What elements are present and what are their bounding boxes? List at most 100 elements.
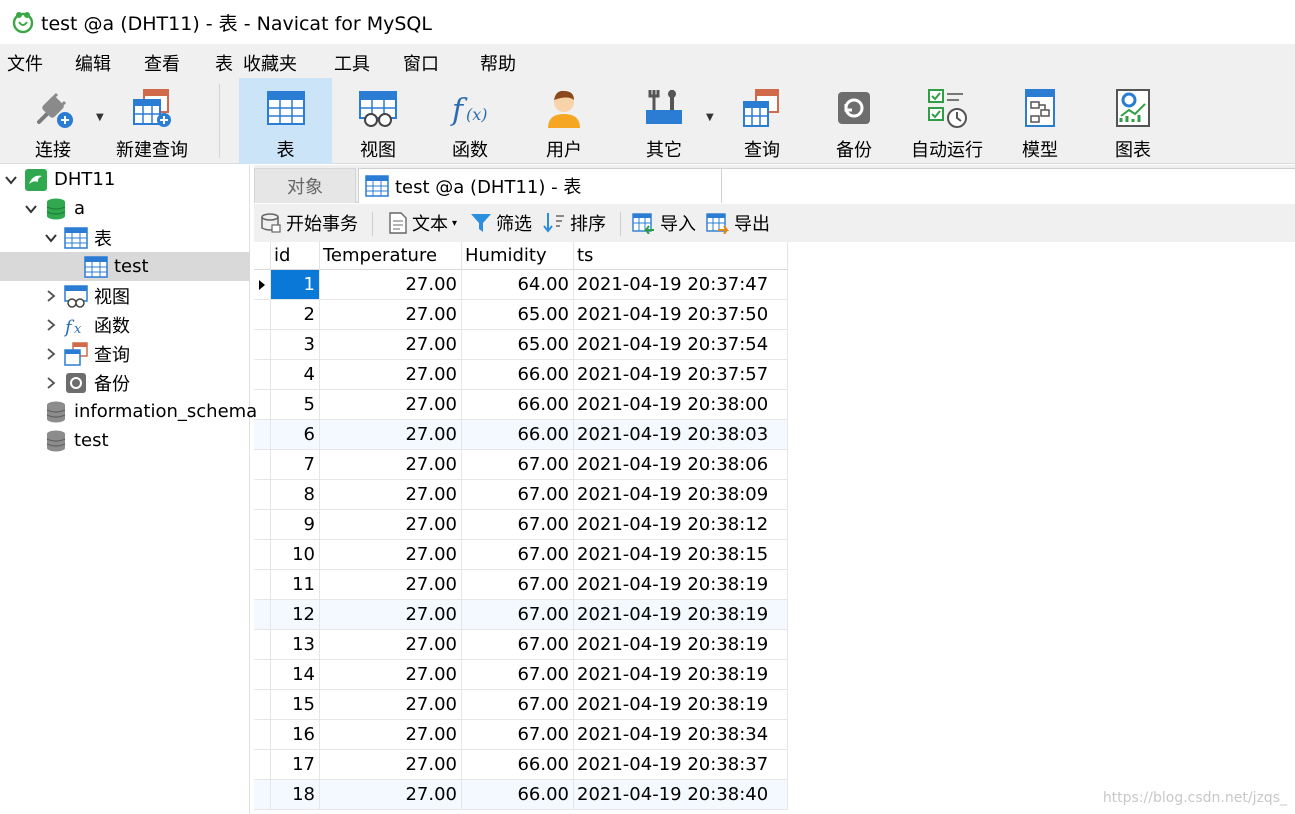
cell-ts[interactable]: 2021-04-19 20:37:57 — [574, 360, 788, 390]
menu-tools[interactable]: 工具 — [334, 50, 370, 76]
table-tool-button[interactable]: 表 — [239, 78, 332, 164]
cell-id[interactable]: 5 — [271, 390, 320, 420]
cell-ts[interactable]: 2021-04-19 20:38:06 — [574, 450, 788, 480]
cell-ts[interactable]: 2021-04-19 20:38:19 — [574, 690, 788, 720]
cell-humidity[interactable]: 66.00 — [462, 780, 574, 810]
tree-group-views[interactable]: 视图 — [0, 281, 250, 310]
chevron-right-icon[interactable] — [44, 318, 58, 332]
cell-ts[interactable]: 2021-04-19 20:38:19 — [574, 600, 788, 630]
menu-window[interactable]: 窗口 — [403, 50, 439, 76]
cell-id[interactable]: 12 — [271, 600, 320, 630]
cell-temperature[interactable]: 27.00 — [320, 750, 462, 780]
tab-objects[interactable]: 对象 — [254, 168, 356, 203]
tree-connection-dht11[interactable]: DHT11 — [0, 165, 250, 194]
cell-humidity[interactable]: 67.00 — [462, 540, 574, 570]
row-selector[interactable] — [254, 660, 271, 690]
cell-id[interactable]: 9 — [271, 510, 320, 540]
cell-id[interactable]: 3 — [271, 330, 320, 360]
automation-tool-button[interactable]: 自动运行 — [904, 78, 990, 164]
table-row[interactable]: 7 27.00 67.00 2021-04-19 20:38:06 — [254, 450, 788, 480]
cell-ts[interactable]: 2021-04-19 20:38:03 — [574, 420, 788, 450]
table-row[interactable]: 6 27.00 66.00 2021-04-19 20:38:03 — [254, 420, 788, 450]
cell-ts[interactable]: 2021-04-19 20:38:09 — [574, 480, 788, 510]
menu-file[interactable]: 文件 — [7, 50, 43, 76]
table-row[interactable]: 17 27.00 66.00 2021-04-19 20:38:37 — [254, 750, 788, 780]
row-selector[interactable] — [254, 750, 271, 780]
row-selector[interactable] — [254, 630, 271, 660]
view-tool-button[interactable]: 视图 — [338, 78, 418, 164]
cell-ts[interactable]: 2021-04-19 20:38:40 — [574, 780, 788, 810]
cell-humidity[interactable]: 67.00 — [462, 510, 574, 540]
cell-ts[interactable]: 2021-04-19 20:37:50 — [574, 300, 788, 330]
cell-id[interactable]: 13 — [271, 630, 320, 660]
tree-database-a[interactable]: a — [0, 194, 250, 223]
cell-id[interactable]: 1 — [271, 270, 320, 300]
sort-button[interactable]: 排序 — [542, 210, 606, 236]
cell-ts[interactable]: 2021-04-19 20:37:47 — [574, 270, 788, 300]
row-selector[interactable] — [254, 390, 271, 420]
chevron-down-icon[interactable]: ▼ — [96, 112, 104, 123]
cell-humidity[interactable]: 67.00 — [462, 450, 574, 480]
row-selector[interactable] — [254, 480, 271, 510]
chevron-right-icon[interactable] — [44, 289, 58, 303]
table-row[interactable]: 1 27.00 64.00 2021-04-19 20:37:47 — [254, 270, 788, 300]
cell-ts[interactable]: 2021-04-19 20:38:15 — [574, 540, 788, 570]
cell-id[interactable]: 17 — [271, 750, 320, 780]
chevron-down-icon[interactable]: ▼ — [706, 112, 714, 123]
table-row[interactable]: 3 27.00 65.00 2021-04-19 20:37:54 — [254, 330, 788, 360]
import-button[interactable]: 导入 — [632, 210, 696, 236]
chevron-down-icon[interactable]: ▾ — [452, 218, 457, 229]
tree-database-test[interactable]: test — [0, 426, 250, 455]
row-selector[interactable] — [254, 780, 271, 810]
cell-id[interactable]: 2 — [271, 300, 320, 330]
column-header-ts[interactable]: ts — [574, 242, 788, 270]
cell-humidity[interactable]: 67.00 — [462, 690, 574, 720]
cell-id[interactable]: 16 — [271, 720, 320, 750]
tree-group-queries[interactable]: 查询 — [0, 339, 250, 368]
cell-temperature[interactable]: 27.00 — [320, 420, 462, 450]
cell-humidity[interactable]: 66.00 — [462, 420, 574, 450]
tree-group-backups[interactable]: 备份 — [0, 368, 250, 397]
cell-id[interactable]: 15 — [271, 690, 320, 720]
cell-humidity[interactable]: 65.00 — [462, 330, 574, 360]
cell-humidity[interactable]: 66.00 — [462, 360, 574, 390]
function-tool-button[interactable]: f (x) 函数 — [430, 78, 510, 164]
cell-ts[interactable]: 2021-04-19 20:38:12 — [574, 510, 788, 540]
menu-view[interactable]: 查看 — [144, 50, 180, 76]
model-tool-button[interactable]: 模型 — [1000, 78, 1080, 164]
table-row[interactable]: 13 27.00 67.00 2021-04-19 20:38:19 — [254, 630, 788, 660]
row-selector[interactable] — [254, 540, 271, 570]
cell-humidity[interactable]: 67.00 — [462, 630, 574, 660]
table-row[interactable]: 15 27.00 67.00 2021-04-19 20:38:19 — [254, 690, 788, 720]
cell-id[interactable]: 18 — [271, 780, 320, 810]
filter-button[interactable]: 筛选 — [470, 210, 532, 236]
cell-temperature[interactable]: 27.00 — [320, 630, 462, 660]
table-row[interactable]: 16 27.00 67.00 2021-04-19 20:38:34 — [254, 720, 788, 750]
menu-table[interactable]: 表 — [215, 50, 233, 76]
cell-temperature[interactable]: 27.00 — [320, 480, 462, 510]
tree-table-test[interactable]: test — [0, 252, 250, 281]
cell-humidity[interactable]: 67.00 — [462, 480, 574, 510]
begin-transaction-button[interactable]: 开始事务 — [260, 210, 358, 236]
backup-tool-button[interactable]: 备份 — [814, 78, 894, 164]
text-view-button[interactable]: 文本 ▾ — [388, 210, 457, 236]
cell-ts[interactable]: 2021-04-19 20:38:00 — [574, 390, 788, 420]
row-selector[interactable] — [254, 270, 271, 300]
cell-id[interactable]: 8 — [271, 480, 320, 510]
cell-temperature[interactable]: 27.00 — [320, 600, 462, 630]
cell-temperature[interactable]: 27.00 — [320, 360, 462, 390]
chevron-down-icon[interactable] — [24, 202, 38, 216]
cell-temperature[interactable]: 27.00 — [320, 540, 462, 570]
chevron-right-icon[interactable] — [44, 347, 58, 361]
cell-ts[interactable]: 2021-04-19 20:38:34 — [574, 720, 788, 750]
row-selector[interactable] — [254, 600, 271, 630]
cell-humidity[interactable]: 67.00 — [462, 660, 574, 690]
table-row[interactable]: 14 27.00 67.00 2021-04-19 20:38:19 — [254, 660, 788, 690]
tree-group-tables[interactable]: 表 — [0, 223, 250, 252]
tab-table-test[interactable]: test @a (DHT11) - 表 — [358, 168, 722, 203]
row-selector[interactable] — [254, 510, 271, 540]
connect-button[interactable]: 连接 — [22, 78, 84, 164]
cell-humidity[interactable]: 67.00 — [462, 600, 574, 630]
cell-ts[interactable]: 2021-04-19 20:38:37 — [574, 750, 788, 780]
cell-temperature[interactable]: 27.00 — [320, 780, 462, 810]
